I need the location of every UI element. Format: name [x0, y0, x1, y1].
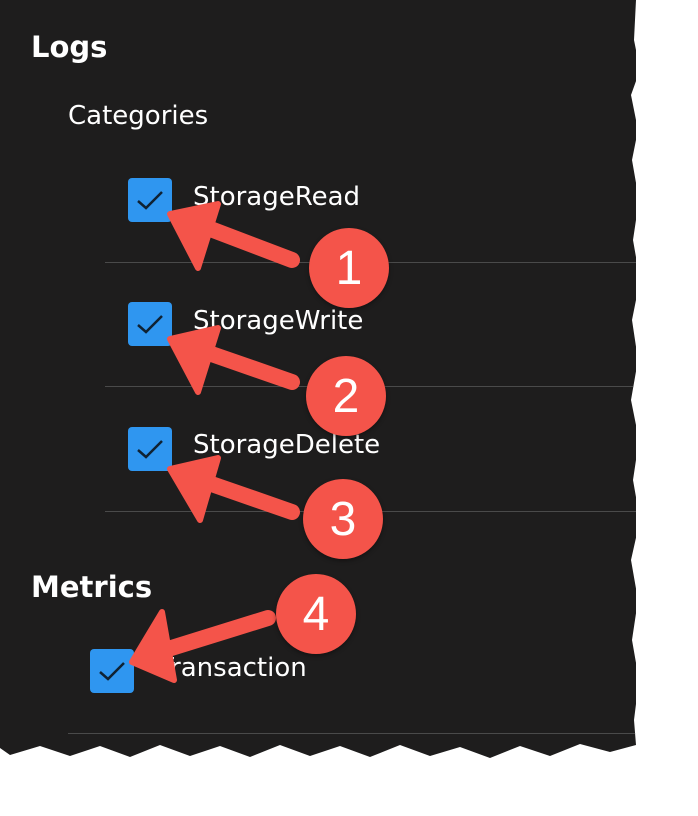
storage-write-label: StorageWrite — [193, 306, 364, 336]
storage-delete-checkbox[interactable] — [128, 427, 172, 471]
callout-badge-1: 1 — [309, 228, 389, 308]
checkmark-icon — [137, 440, 163, 459]
logs-heading: Logs — [31, 30, 108, 64]
transaction-label: Transaction — [158, 653, 307, 683]
callout-badge-2: 2 — [306, 356, 386, 436]
checkmark-icon — [99, 662, 125, 681]
metrics-heading: Metrics — [31, 570, 153, 604]
row-divider — [68, 733, 636, 734]
categories-label: Categories — [68, 101, 209, 131]
transaction-checkbox[interactable] — [90, 649, 134, 693]
callout-badge-3: 3 — [303, 479, 383, 559]
checkmark-icon — [137, 191, 163, 210]
callout-badge-4: 4 — [276, 574, 356, 654]
storage-read-label: StorageRead — [193, 182, 361, 212]
storage-read-checkbox[interactable] — [128, 178, 172, 222]
storage-write-checkbox[interactable] — [128, 302, 172, 346]
checkmark-icon — [137, 315, 163, 334]
